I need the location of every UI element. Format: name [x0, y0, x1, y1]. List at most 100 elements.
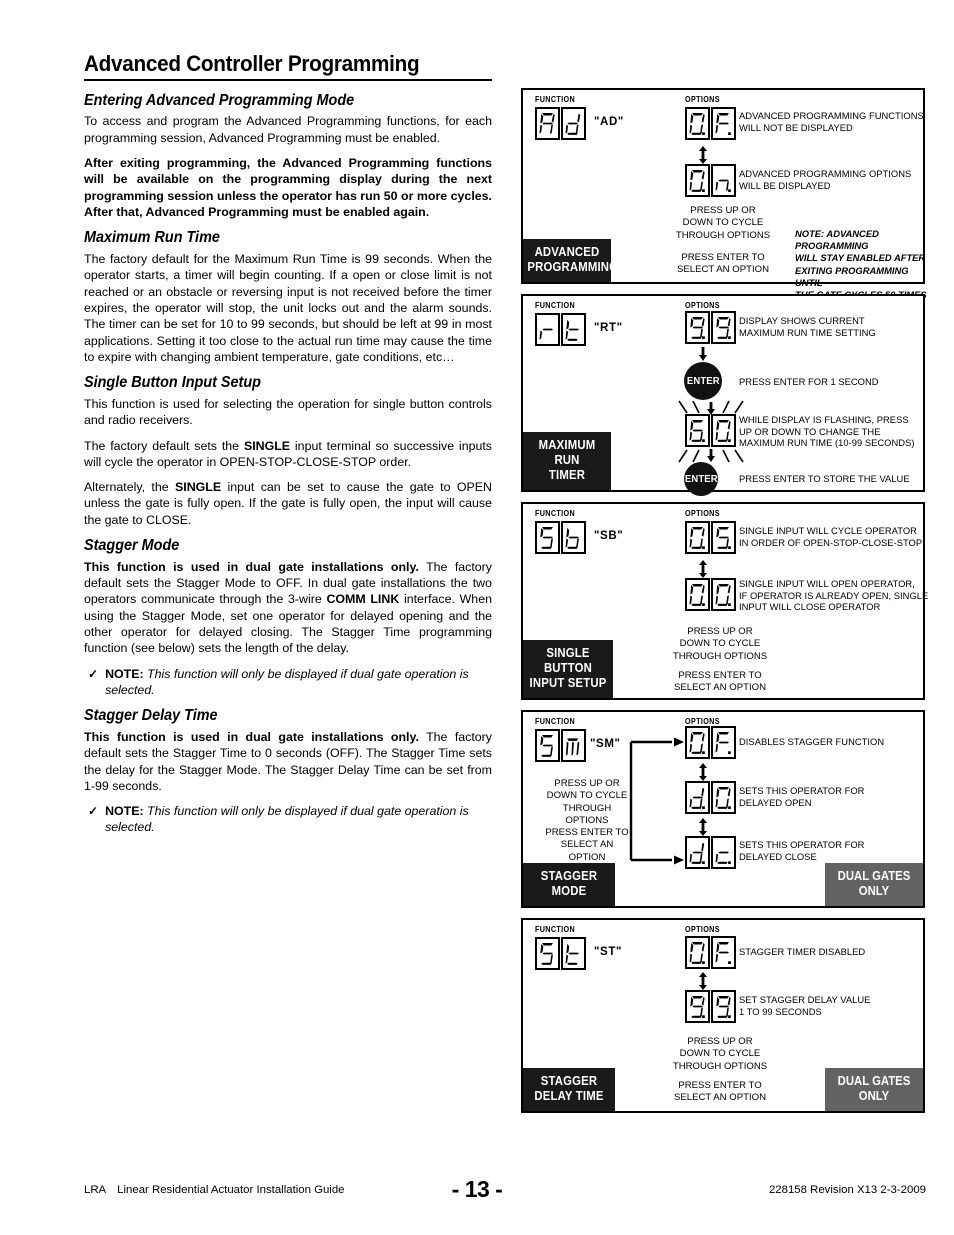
function-code-display-sb — [535, 521, 586, 554]
segment-glyph-d — [687, 838, 708, 867]
step-code-display-99 — [685, 311, 736, 344]
step-description: PRESS ENTER TO STORE THE VALUE — [739, 473, 934, 485]
segment-glyph-t — [563, 315, 584, 344]
desc-line: WILL NOT BE DISPLAYED — [739, 121, 853, 133]
column-header-options: OPTIONS — [685, 925, 720, 934]
note-body: This function will only be displayed if … — [105, 804, 469, 835]
enter-label: ENTER — [684, 473, 718, 485]
option-description: ADVANCED PROGRAMMING OPTIONS WILL BE DIS… — [739, 168, 934, 191]
option-code-display-os — [685, 521, 736, 554]
desc-line: SET STAGGER DELAY VALUE — [739, 994, 871, 1005]
segment-glyph-S — [537, 731, 558, 760]
function-code-display-rt — [535, 313, 586, 346]
seven-segment-digit — [535, 937, 560, 970]
segment-glyph-S — [713, 523, 734, 552]
seven-segment-digit — [711, 414, 736, 447]
instruction-line: PRESS UP OR — [687, 1036, 753, 1047]
badge-line: DUAL GATES — [837, 1074, 911, 1088]
segment-glyph-F — [713, 109, 734, 138]
segment-glyph-O — [687, 523, 708, 552]
diagram-banner-stagger-delay-time: STAGGER DELAY TIME — [523, 1068, 615, 1111]
paragraph: To access and program the Advanced Progr… — [84, 114, 492, 145]
instruction-line: PRESS ENTER TO — [678, 1080, 762, 1091]
seven-segment-digit — [711, 990, 736, 1023]
option-code-display-oo — [685, 578, 736, 611]
desc-line: DISABLES STAGGER FUNCTION — [739, 736, 885, 747]
desc-line: IF OPERATOR IS ALREADY OPEN, SINGLE — [739, 589, 929, 601]
seven-segment-digit — [685, 107, 710, 140]
footer-revision: 228158 Revision X13 2-3-2009 — [768, 1184, 926, 1196]
note-label: NOTE: — [105, 804, 144, 819]
banner-line: INPUT SETUP — [529, 676, 607, 690]
seven-segment-digit — [711, 107, 736, 140]
paragraph: This function is used in dual gate insta… — [84, 559, 492, 657]
diagram-advanced-programming: FUNCTION OPTIONS "AD" ADVANCED PROGRAMMI… — [521, 88, 927, 300]
function-code-quote: "RT" — [594, 322, 623, 334]
text-strong: This function is used in dual gate insta… — [84, 730, 419, 744]
seven-segment-digit — [685, 521, 710, 554]
segment-glyph-A — [537, 109, 558, 138]
segment-glyph-O — [713, 783, 734, 812]
seven-segment-digit — [711, 521, 736, 554]
instruction-line: THROUGH OPTIONS — [672, 650, 768, 662]
note-line: EXITING PROGRAMMING UNTIL — [795, 264, 909, 288]
note-stagger-mode: ✓ NOTE: This function will only be displ… — [84, 666, 492, 699]
desc-line: MAXIMUM RUN TIME SETTING — [739, 326, 876, 338]
seven-segment-digit — [535, 107, 560, 140]
flash-rays-bottom-icon — [678, 449, 744, 463]
page-footer: LRA Linear Residential Actuator Installat… — [0, 1176, 954, 1210]
instruction-line: SELECT AN OPTION — [560, 839, 614, 863]
seven-segment-digit — [561, 521, 586, 554]
instruction-press-enter: PRESS ENTER TO SELECT AN OPTION — [655, 670, 785, 695]
banner-line: ADVANCED — [534, 245, 600, 259]
section-heading-single-button-input-setup: Single Button Input Setup — [84, 374, 261, 392]
segment-glyph-6 — [687, 416, 708, 445]
segment-glyph-0 — [713, 416, 734, 445]
segment-glyph-d — [563, 109, 584, 138]
badge-line: DUAL GATES — [837, 869, 911, 883]
instruction-press-up-down: PRESS UP OR DOWN TO CYCLE THROUGH OPTION… — [663, 205, 783, 242]
diagram-badge-dual-gates-only: DUAL GATES ONLY — [825, 1068, 923, 1111]
banner-line: MAXIMUM RUN — [538, 438, 596, 467]
seven-segment-digit — [535, 521, 560, 554]
option-code-display-of — [685, 107, 736, 140]
step-code-display-60 — [685, 414, 736, 447]
seven-segment-digit — [711, 781, 736, 814]
checkmark-icon: ✓ — [88, 666, 99, 681]
segment-glyph-O — [687, 166, 708, 195]
option-description: SINGLE INPUT WILL CYCLE OPERATOR IN ORDE… — [739, 525, 934, 548]
column-header-function: FUNCTION — [535, 717, 576, 726]
seven-segment-digit — [685, 836, 710, 869]
text-run: Alternately, the — [84, 480, 175, 495]
badge-line: ONLY — [858, 1089, 890, 1103]
seven-segment-digit — [685, 578, 710, 611]
function-code-display-st — [535, 937, 586, 970]
paragraph: Alternately, the SINGLE input can be set… — [84, 479, 492, 528]
seven-segment-digit — [711, 311, 736, 344]
diagram-single-button-input-setup: FUNCTION OPTIONS "SB" SINGLE INPUT WILL … — [521, 502, 928, 700]
instruction-line: SELECT AN OPTION — [673, 1092, 767, 1104]
banner-line: STAGGER — [540, 1074, 598, 1088]
segment-glyph-r — [537, 315, 558, 344]
seven-segment-digit — [561, 107, 586, 140]
step-description: DISPLAY SHOWS CURRENT MAXIMUM RUN TIME S… — [739, 315, 929, 338]
diagram-stagger-mode: FUNCTION OPTIONS "SM" DISABLES STAGGER F… — [521, 710, 925, 908]
desc-line: IN ORDER OF OPEN-STOP-CLOSE-STOP — [739, 536, 923, 548]
diagram-stagger-delay-time: FUNCTION OPTIONS "ST" STAGGER TIMER DISA… — [521, 918, 925, 1113]
paragraph: This function is used in dual gate insta… — [84, 729, 492, 794]
column-header-function: FUNCTION — [535, 509, 576, 518]
instruction-line: PRESS ENTER TO — [545, 827, 629, 838]
option-description: SINGLE INPUT WILL OPEN OPERATOR, IF OPER… — [739, 578, 935, 613]
option-description: SET STAGGER DELAY VALUE 1 TO 99 SECONDS — [739, 994, 934, 1017]
option-description: SETS THIS OPERATOR FOR DELAYED OPEN — [739, 785, 934, 808]
diagram-banner-single-button-input-setup: SINGLE BUTTON INPUT SETUP — [523, 640, 613, 698]
seven-segment-digit — [685, 414, 710, 447]
option-code-display-on — [685, 164, 736, 197]
segment-glyph-9 — [687, 313, 708, 342]
section-heading-stagger-delay-time: Stagger Delay Time — [84, 707, 218, 725]
seven-segment-digit — [711, 164, 736, 197]
segment-glyph-m — [563, 731, 584, 760]
option-code-display-of — [685, 936, 736, 969]
segment-glyph-n — [713, 166, 734, 195]
option-code-display-do — [685, 781, 736, 814]
